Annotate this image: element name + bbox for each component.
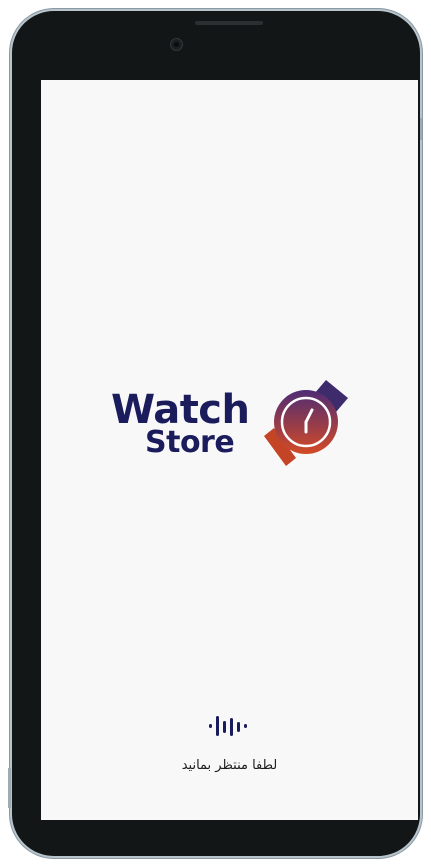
phone-frame: Watch Store لطفا منتظر بمانید — [10, 9, 422, 858]
watch-icon — [264, 380, 348, 466]
power-button — [420, 118, 422, 140]
logo-wordmark-store: Store — [145, 425, 235, 460]
volume-button — [8, 768, 11, 808]
front-camera-icon — [170, 38, 183, 51]
splash-screen: Watch Store لطفا منتظر بمانید — [41, 80, 418, 820]
app-logo: Watch Store — [111, 378, 351, 474]
audio-wave-loader-icon — [209, 716, 247, 736]
speaker-grille — [195, 21, 263, 25]
loading-message: لطفا منتظر بمانید — [181, 758, 278, 773]
